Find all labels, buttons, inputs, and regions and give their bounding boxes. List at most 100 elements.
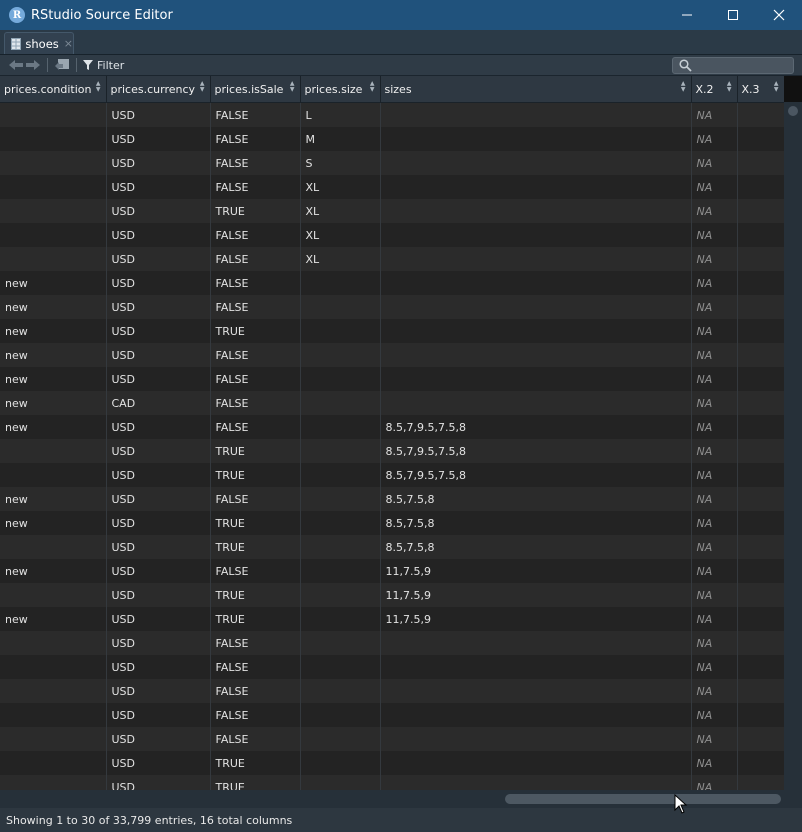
table-cell: USD <box>106 175 211 199</box>
tab-close-icon[interactable]: × <box>64 37 73 50</box>
table-cell <box>380 679 692 703</box>
table-cell: 8.5,7.5,8 <box>380 511 692 535</box>
column-header[interactable]: X.3 ▲ ▼ <box>737 76 784 103</box>
table-cell <box>737 319 784 343</box>
table-cell <box>380 175 692 199</box>
column-header[interactable]: prices.condition ▲ ▼ <box>0 76 107 103</box>
sort-arrows-icon[interactable]: ▲ ▼ <box>370 81 375 93</box>
table-cell: new <box>0 487 107 511</box>
table-cell: FALSE <box>210 415 301 439</box>
table-cell <box>737 391 784 415</box>
table-row: USD TRUE 8.5,7.5,8 NA <box>0 535 784 559</box>
filter-button[interactable]: Filter <box>83 59 124 72</box>
table-cell <box>380 295 692 319</box>
column-header-label: prices.size <box>304 82 363 96</box>
table-cell <box>737 751 784 775</box>
table-cell <box>737 271 784 295</box>
table-cell: USD <box>106 151 211 175</box>
horizontal-scroll-thumb[interactable] <box>505 794 781 804</box>
close-button[interactable] <box>756 0 802 30</box>
table-cell <box>737 559 784 583</box>
table-cell <box>737 607 784 631</box>
column-header[interactable]: prices.size ▲ ▼ <box>300 76 381 103</box>
sort-arrows-icon[interactable]: ▲ ▼ <box>96 81 101 93</box>
sort-arrows-icon[interactable]: ▲ ▼ <box>200 81 205 93</box>
sort-arrows-icon[interactable]: ▲ ▼ <box>727 81 732 93</box>
table-cell <box>737 343 784 367</box>
column-header-label: sizes <box>384 82 412 96</box>
table-cell <box>737 415 784 439</box>
vertical-scrollbar[interactable] <box>784 76 802 790</box>
table-row: USD TRUE 8.5,7,9.5,7.5,8 NA <box>0 439 784 463</box>
maximize-button[interactable] <box>710 0 756 30</box>
column-header[interactable]: prices.currency ▲ ▼ <box>106 76 211 103</box>
table-cell: USD <box>106 439 211 463</box>
back-arrow-icon[interactable] <box>8 58 24 72</box>
table-cell: new <box>0 367 107 391</box>
table-cell: USD <box>106 775 211 790</box>
table-cell <box>737 175 784 199</box>
table-cell: NA <box>691 463 738 487</box>
table-row: USD TRUE NA <box>0 775 784 790</box>
table-cell: new <box>0 607 107 631</box>
column-header[interactable]: prices.isSale ▲ ▼ <box>210 76 301 103</box>
table-cell <box>0 127 107 151</box>
table-cell <box>300 463 381 487</box>
table-cell: NA <box>691 367 738 391</box>
sort-arrows-icon[interactable]: ▲ ▼ <box>681 81 686 93</box>
table-cell <box>300 559 381 583</box>
table-row: new USD TRUE NA <box>0 319 784 343</box>
column-header-label: X.3 <box>741 82 760 96</box>
table-cell <box>0 223 107 247</box>
table-row: USD FALSE NA <box>0 631 784 655</box>
table-cell: FALSE <box>210 391 301 415</box>
toolbar-separator <box>76 58 77 72</box>
minimize-button[interactable] <box>664 0 710 30</box>
table-cell: FALSE <box>210 271 301 295</box>
table-cell: FALSE <box>210 631 301 655</box>
column-header[interactable]: sizes ▲ ▼ <box>380 76 692 103</box>
table-cell: FALSE <box>210 127 301 151</box>
table-cell <box>380 247 692 271</box>
table-row: new USD FALSE NA <box>0 271 784 295</box>
table-cell <box>380 391 692 415</box>
toolbar: Filter <box>0 55 802 76</box>
table-cell: NA <box>691 175 738 199</box>
column-header[interactable]: X.2 ▲ ▼ <box>691 76 738 103</box>
column-header-label: X.2 <box>695 82 714 96</box>
filter-icon <box>83 60 93 70</box>
tab-shoes[interactable]: shoes × <box>4 32 74 54</box>
sort-arrows-icon[interactable]: ▲ ▼ <box>774 81 779 93</box>
table-cell <box>300 583 381 607</box>
table-cell: XL <box>300 223 381 247</box>
table-cell <box>300 679 381 703</box>
scrollbar-corner <box>784 76 802 102</box>
table-cell <box>0 775 107 790</box>
table-row: new USD TRUE 11,7.5,9 NA <box>0 607 784 631</box>
table-cell: NA <box>691 583 738 607</box>
table-cell <box>0 655 107 679</box>
forward-arrow-icon[interactable] <box>25 58 41 72</box>
show-in-window-icon[interactable] <box>54 58 70 72</box>
table-cell: 8.5,7.5,8 <box>380 535 692 559</box>
table-cell: TRUE <box>210 463 301 487</box>
table-row: USD FALSE NA <box>0 727 784 751</box>
vertical-scroll-thumb[interactable] <box>788 106 798 116</box>
table-cell: NA <box>691 127 738 151</box>
table-cell: USD <box>106 463 211 487</box>
table-cell: NA <box>691 679 738 703</box>
table-cell: NA <box>691 295 738 319</box>
tab-label: shoes <box>25 36 59 51</box>
table-cell: USD <box>106 295 211 319</box>
table-row: USD FALSE S NA <box>0 151 784 175</box>
sort-arrows-icon[interactable]: ▲ ▼ <box>290 81 295 93</box>
table-cell: USD <box>106 727 211 751</box>
table-cell <box>737 583 784 607</box>
table-cell <box>380 271 692 295</box>
table-cell <box>737 631 784 655</box>
search-input[interactable] <box>672 57 794 74</box>
table-cell: FALSE <box>210 703 301 727</box>
table-cell <box>737 463 784 487</box>
table-cell: NA <box>691 439 738 463</box>
table-cell <box>300 655 381 679</box>
